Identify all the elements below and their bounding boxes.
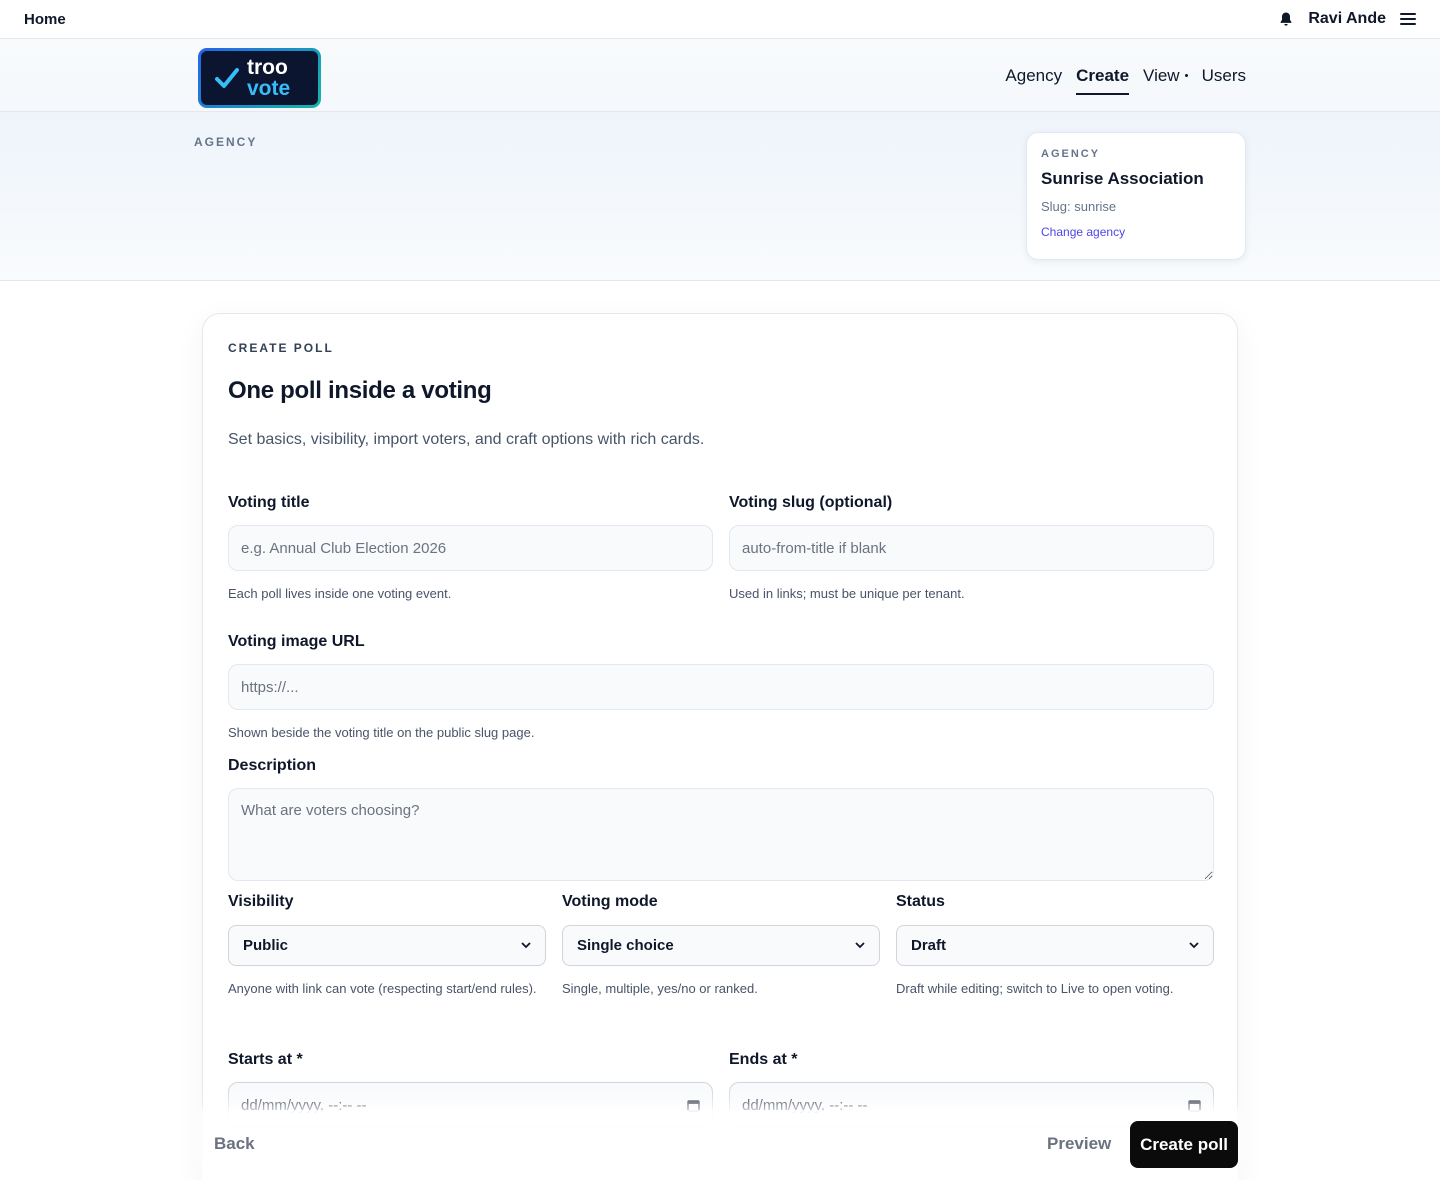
agency-name: Sunrise Association: [1041, 169, 1204, 188]
voting-title-input[interactable]: [228, 525, 713, 571]
agency-slug: Slug: sunrise: [1041, 199, 1117, 214]
agency-band: AGENCY AGENCY Sunrise Association Slug: …: [0, 112, 1440, 281]
form-eyebrow: CREATE POLL: [228, 341, 334, 355]
agency-band-label: AGENCY: [194, 135, 258, 149]
nav-create[interactable]: Create: [1076, 60, 1129, 95]
bell-icon[interactable]: [1278, 11, 1294, 27]
preview-button[interactable]: Preview: [1047, 1134, 1111, 1154]
visibility-help: Anyone with link can vote (respecting st…: [228, 981, 537, 996]
dropdown-dot-icon: [1184, 74, 1188, 77]
ends-at-label: Ends at *: [729, 1051, 798, 1068]
status-label: Status: [896, 893, 945, 910]
troovote-logo[interactable]: troo vote: [198, 48, 321, 108]
chevron-down-icon: [521, 942, 531, 949]
description-textarea[interactable]: [228, 788, 1214, 881]
nav-view[interactable]: View: [1143, 60, 1188, 92]
menu-icon[interactable]: [1400, 12, 1416, 26]
logo-word-troo: troo: [247, 56, 288, 79]
description-label: Description: [228, 757, 317, 774]
create-poll-card: CREATE POLL One poll inside a voting Set…: [202, 313, 1238, 1180]
visibility-select[interactable]: Public: [228, 925, 546, 966]
voting-slug-label: Voting slug (optional): [729, 494, 893, 511]
nav-view-label: View: [1143, 65, 1180, 85]
voting-title-help: Each poll lives inside one voting event.: [228, 586, 452, 601]
visibility-label: Visibility: [228, 893, 294, 910]
back-button[interactable]: Back: [214, 1134, 255, 1154]
chevron-down-icon: [1189, 942, 1199, 949]
form-title: One poll inside a voting: [228, 377, 492, 404]
nav-agency[interactable]: Agency: [1005, 60, 1062, 92]
main-nav-bar: troo vote Agency Create View Users: [0, 39, 1440, 112]
voting-mode-value: Single choice: [577, 937, 674, 954]
image-url-help: Shown beside the voting title on the pub…: [228, 725, 535, 740]
form-lead: Set basics, visibility, import voters, a…: [228, 431, 705, 448]
checkmark-icon: [215, 68, 239, 88]
agency-card: AGENCY Sunrise Association Slug: sunrise…: [1026, 132, 1246, 260]
top-bar-right: Ravi Ande: [1278, 10, 1416, 28]
voting-slug-input[interactable]: [729, 525, 1214, 571]
chevron-down-icon: [855, 942, 865, 949]
change-agency-link[interactable]: Change agency: [1041, 225, 1231, 239]
voting-title-label: Voting title: [228, 494, 310, 511]
nav-links: Agency Create View Users: [1005, 39, 1246, 112]
starts-at-label: Starts at *: [228, 1051, 303, 1068]
home-link[interactable]: Home: [24, 11, 66, 28]
top-bar: Home Ravi Ande: [0, 0, 1440, 39]
logo-wordmark: troo vote: [247, 57, 290, 99]
voting-mode-label: Voting mode: [562, 893, 658, 910]
image-url-label: Voting image URL: [228, 633, 365, 650]
nav-users[interactable]: Users: [1202, 60, 1246, 92]
voting-mode-help: Single, multiple, yes/no or ranked.: [562, 981, 758, 996]
status-value: Draft: [911, 937, 947, 954]
visibility-value: Public: [243, 937, 289, 954]
user-name[interactable]: Ravi Ande: [1308, 10, 1386, 28]
agency-card-label: AGENCY: [1041, 148, 1101, 160]
image-url-input[interactable]: [228, 664, 1214, 710]
form-actions-bar: Back Preview Create poll: [202, 1110, 1238, 1180]
create-poll-button[interactable]: Create poll: [1130, 1121, 1238, 1168]
status-help: Draft while editing; switch to Live to o…: [896, 981, 1174, 996]
status-select[interactable]: Draft: [896, 925, 1214, 966]
logo-word-vote: vote: [247, 77, 291, 100]
voting-mode-select[interactable]: Single choice: [562, 925, 880, 966]
voting-slug-help: Used in links; must be unique per tenant…: [729, 586, 965, 601]
